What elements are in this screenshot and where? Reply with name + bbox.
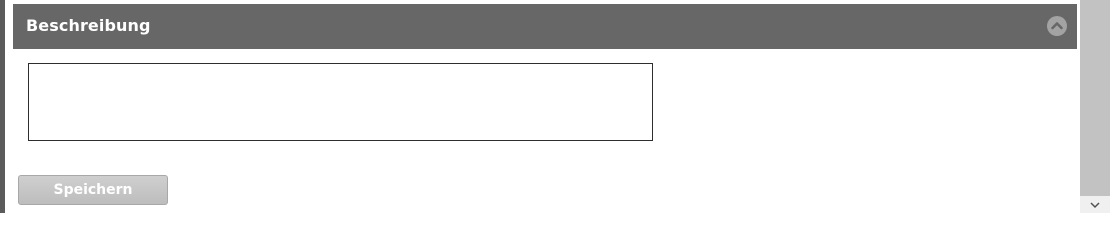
vertical-scrollbar[interactable] — [1080, 0, 1110, 213]
panel-title: Beschreibung — [26, 16, 151, 35]
description-panel-header[interactable]: Beschreibung — [13, 4, 1077, 49]
chevron-up-icon — [1051, 22, 1063, 30]
description-textarea[interactable] — [28, 63, 653, 141]
collapse-button[interactable] — [1047, 16, 1067, 36]
scrollbar-thumb[interactable] — [1080, 0, 1110, 196]
save-button[interactable]: Speichern — [18, 175, 168, 205]
left-border — [0, 0, 5, 213]
scroll-down-arrow-icon[interactable] — [1089, 200, 1101, 210]
